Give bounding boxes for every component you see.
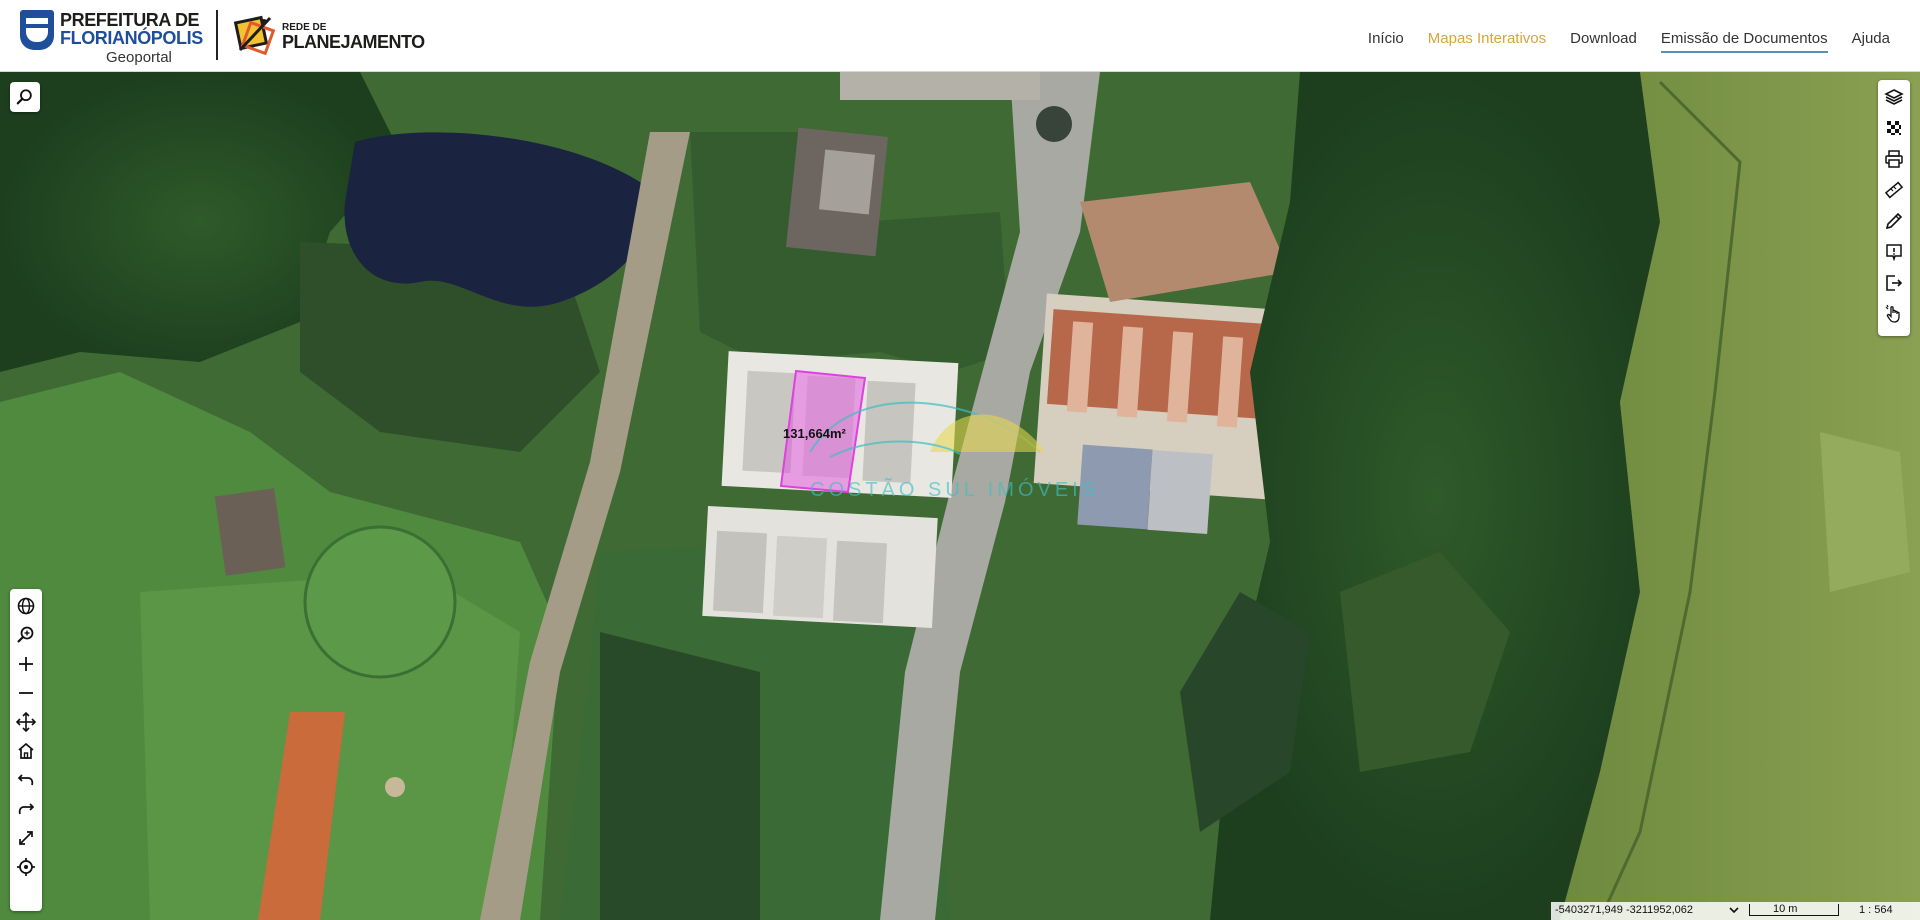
select-hand-button[interactable]: [1879, 299, 1909, 329]
watermark-text: COSTÃO SUL IMÓVEIS: [810, 477, 1099, 501]
export-icon: [1886, 275, 1903, 291]
layers-icon: [1884, 89, 1904, 105]
map-canvas[interactable]: 131,664m² COSTÃO SUL IMÓVEIS -5403271,94…: [0, 72, 1920, 920]
search-icon: [16, 89, 32, 105]
nav-emissao-documentos[interactable]: Emissão de Documentos: [1660, 30, 1828, 53]
globe-icon: [17, 597, 35, 615]
zoom-out-button[interactable]: [11, 678, 41, 708]
rede-planejamento-logo[interactable]: REDE DE PLANEJAMENTO: [232, 8, 425, 64]
redo-button[interactable]: [11, 794, 41, 824]
nav-download[interactable]: Download: [1570, 30, 1637, 53]
cursor-coordinates: -5403271,949 -3211952,062: [1555, 904, 1694, 916]
prefeitura-logo[interactable]: PREFEITURA DE FLORIANÓPOLIS Geoportal: [20, 8, 203, 66]
draw-button[interactable]: [1879, 206, 1909, 236]
layers-button[interactable]: [1879, 82, 1909, 112]
pan-button[interactable]: [11, 707, 41, 737]
select-hand-icon: [1885, 304, 1900, 323]
fullscreen-icon: [19, 831, 33, 845]
scale-ratio: 1 : 564: [1859, 904, 1893, 916]
org-subtitle: Geoportal: [106, 49, 172, 66]
redo-icon: [18, 803, 35, 815]
search-button[interactable]: [10, 82, 40, 112]
home-button[interactable]: [11, 736, 41, 766]
home-icon: [18, 742, 34, 759]
header-divider: [216, 10, 218, 60]
info-button[interactable]: [1879, 237, 1909, 267]
zoom-out-icon: [19, 692, 33, 694]
nav-ajuda[interactable]: Ajuda: [1852, 30, 1890, 53]
print-button[interactable]: [1879, 144, 1909, 174]
basemap-icon: [1887, 121, 1901, 135]
print-icon: [1885, 150, 1903, 168]
undo-button[interactable]: [11, 765, 41, 795]
scale-bar-label: 10 m: [1773, 903, 1798, 915]
info-icon: [1886, 244, 1902, 262]
basemap-button[interactable]: [1879, 113, 1909, 143]
fullscreen-button[interactable]: [11, 823, 41, 853]
right-toolbar: [1878, 80, 1910, 336]
partner-name-line2: PLANEJAMENTO: [282, 32, 425, 52]
undo-icon: [17, 774, 34, 786]
org-name-line2: FLORIANÓPOLIS: [60, 28, 203, 48]
locate-button[interactable]: [11, 852, 41, 882]
map-overlay: 131,664m² COSTÃO SUL IMÓVEIS: [779, 369, 1099, 501]
zoom-area-icon: [17, 626, 34, 643]
nav-inicio[interactable]: Início: [1368, 30, 1404, 53]
app-header: PREFEITURA DE FLORIANÓPOLIS Geoportal RE…: [0, 0, 1920, 72]
zoom-area-button[interactable]: [11, 620, 41, 650]
crest-icon: [20, 10, 54, 50]
left-toolbar: [10, 589, 42, 911]
export-button[interactable]: [1879, 268, 1909, 298]
pan-icon: [16, 712, 36, 732]
zoom-in-icon: [19, 657, 33, 671]
measure-button[interactable]: [1879, 175, 1909, 205]
measure-icon: [1884, 181, 1904, 199]
globe-button[interactable]: [11, 591, 41, 621]
nav-mapas-interativos[interactable]: Mapas Interativos: [1428, 30, 1546, 53]
rede-planejamento-icon: [234, 15, 276, 56]
main-nav: Início Mapas Interativos Download Emissã…: [1368, 30, 1890, 53]
chevron-down-icon[interactable]: [1727, 903, 1741, 917]
parcel-area-label: 131,664m²: [783, 426, 847, 441]
locate-icon: [17, 858, 35, 876]
zoom-in-button[interactable]: [11, 649, 41, 679]
draw-icon: [1885, 212, 1903, 230]
map-status-bar: -5403271,949 -3211952,062 10 m 1 : 564: [1551, 902, 1920, 920]
